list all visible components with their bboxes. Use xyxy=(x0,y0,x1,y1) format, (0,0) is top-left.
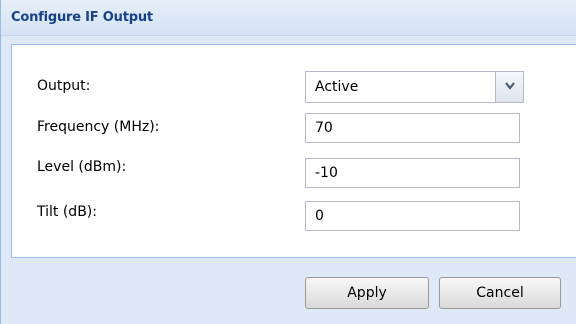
cancel-button[interactable]: Cancel xyxy=(439,277,561,309)
output-label: Output: xyxy=(37,78,91,94)
frequency-input[interactable] xyxy=(305,113,520,143)
chevron-down-icon xyxy=(505,82,515,90)
level-label: Level (dBm): xyxy=(37,159,127,175)
output-select-trigger[interactable] xyxy=(495,72,523,102)
output-select-value: Active xyxy=(315,79,359,95)
apply-button[interactable]: Apply xyxy=(305,277,429,309)
output-select[interactable]: Active xyxy=(305,71,524,103)
tilt-input[interactable] xyxy=(305,201,520,231)
configure-if-output-dialog: Configure IF Output Output: Active Frequ… xyxy=(0,0,576,324)
dialog-title: Configure IF Output xyxy=(11,10,153,25)
frequency-label: Frequency (MHz): xyxy=(37,119,160,135)
dialog-title-bar: Configure IF Output xyxy=(1,0,576,36)
tilt-label: Tilt (dB): xyxy=(37,204,97,220)
level-input[interactable] xyxy=(305,158,520,188)
